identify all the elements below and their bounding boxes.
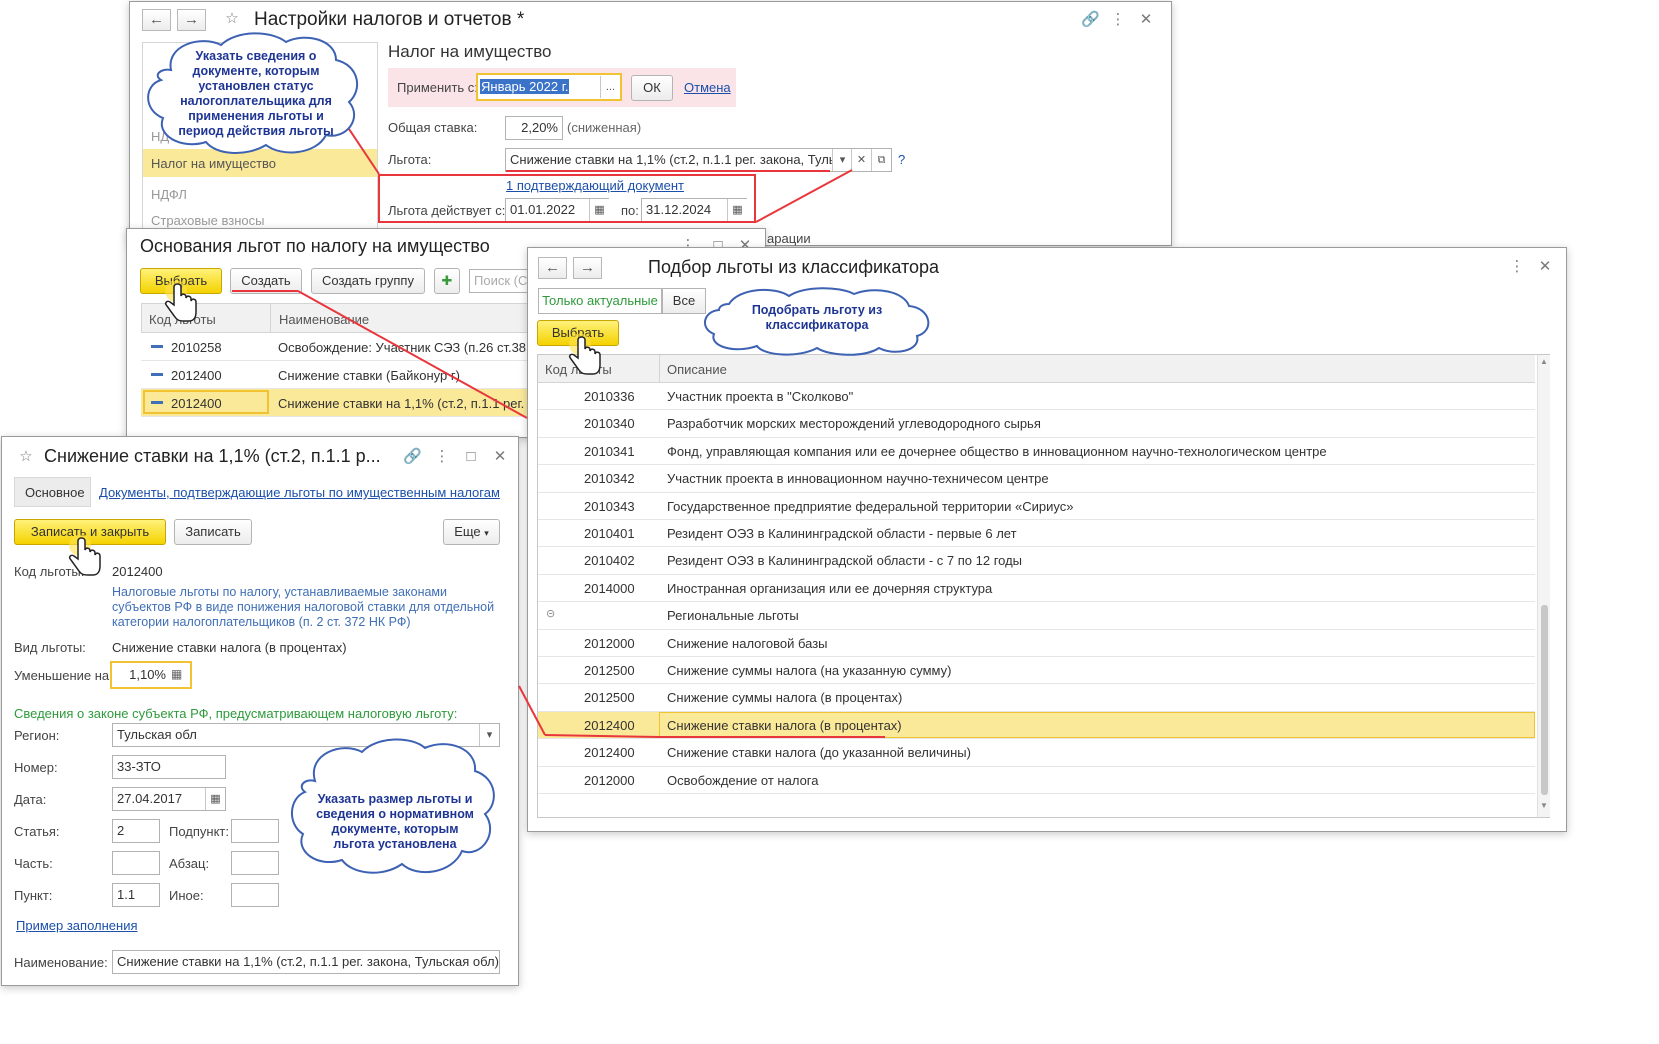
connector-line <box>297 290 528 419</box>
callout-text: Указать размер льготы и сведения о норма… <box>316 792 474 851</box>
callout-text: Указать сведения о документе, которым ус… <box>178 49 334 138</box>
callout-text: Подобрать льготу из классификатора <box>751 303 883 332</box>
hand-cursor-icon <box>165 281 197 322</box>
hand-cursor-icon <box>569 334 601 375</box>
connector-line <box>544 734 661 738</box>
callout-cloud-2: Подобрать льготу из классификатора <box>699 286 935 356</box>
callout-cloud-1: Указать сведения о документе, которым ус… <box>141 30 365 157</box>
connector-line <box>518 685 546 736</box>
hand-cursor-icon <box>69 535 101 576</box>
connector-line <box>755 169 853 223</box>
callout-cloud-3: Указать размер льготы и сведения о норма… <box>287 736 499 878</box>
